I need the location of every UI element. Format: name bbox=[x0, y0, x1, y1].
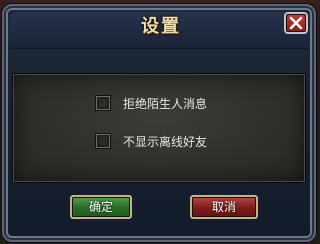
close-x-icon bbox=[289, 16, 303, 30]
reject-strangers-label: 拒绝陌生人消息 bbox=[123, 96, 208, 111]
option-hide-offline-friends[interactable]: 不显示离线好友 bbox=[95, 131, 207, 151]
close-button[interactable] bbox=[284, 12, 308, 34]
cancel-button[interactable]: 取消 bbox=[190, 195, 258, 219]
dialog-title: 设置 bbox=[141, 16, 181, 37]
settings-dialog: 设置 拒绝陌生人消息 不显示离线好友 确定 取消 bbox=[2, 4, 316, 242]
hide-offline-friends-label: 不显示离线好友 bbox=[123, 134, 208, 149]
options-panel: 拒绝陌生人消息 不显示离线好友 bbox=[12, 73, 306, 183]
hide-offline-friends-checkbox[interactable] bbox=[95, 133, 111, 149]
reject-strangers-checkbox[interactable] bbox=[95, 95, 111, 111]
ok-button[interactable]: 确定 bbox=[70, 195, 132, 219]
option-reject-strangers[interactable]: 拒绝陌生人消息 bbox=[95, 93, 207, 113]
